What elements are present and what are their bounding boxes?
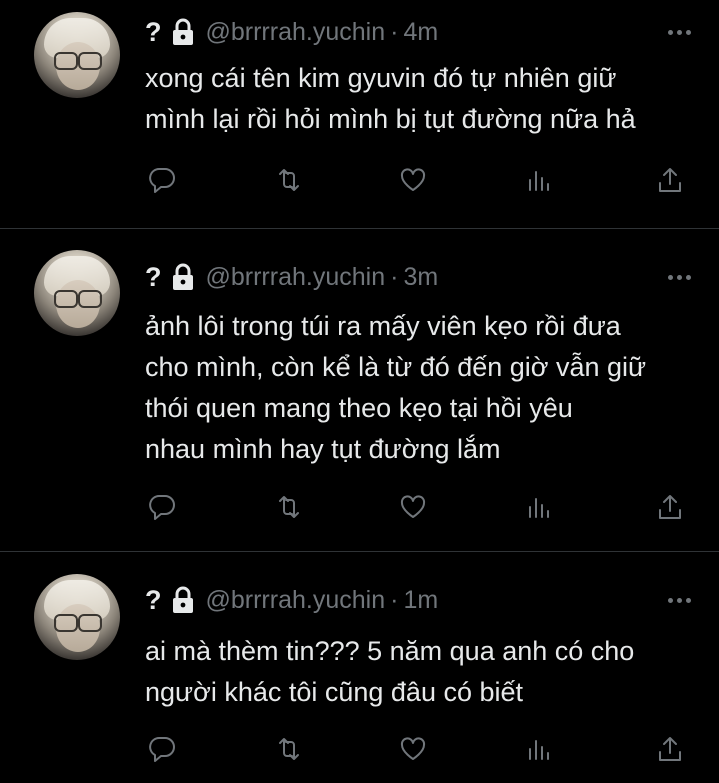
tweet-text: ảnh lôi trong túi ra mấy viên kẹo rồi đư… xyxy=(145,306,705,470)
avatar[interactable] xyxy=(34,12,120,98)
share-icon[interactable] xyxy=(653,163,687,197)
avatar[interactable] xyxy=(34,250,120,336)
separator: · xyxy=(390,585,399,614)
reply-icon[interactable] xyxy=(145,490,179,524)
tweet-text-line: người khác tôi cũng đâu có biết xyxy=(145,677,524,707)
share-icon[interactable] xyxy=(653,732,687,766)
share-icon[interactable] xyxy=(653,490,687,524)
tweet-text-line: thói quen mang theo kẹo tại hồi yêu xyxy=(145,393,573,423)
reply-icon[interactable] xyxy=(145,163,179,197)
retweet-icon[interactable] xyxy=(272,732,306,766)
like-icon[interactable] xyxy=(396,732,430,766)
more-dots-icon[interactable] xyxy=(668,275,691,280)
handle[interactable]: @brrrrah.yuchin xyxy=(206,263,386,292)
views-icon[interactable] xyxy=(522,732,556,766)
timestamp[interactable]: 4m xyxy=(403,18,438,47)
avatar[interactable] xyxy=(34,574,120,660)
lock-icon xyxy=(172,586,193,613)
like-icon[interactable] xyxy=(396,163,430,197)
timestamp[interactable]: 1m xyxy=(403,586,438,615)
tweet-text: xong cái tên kim gyuvin đó tự nhiên giữ … xyxy=(145,58,705,140)
tweet[interactable]: ? @brrrrah.yuchin · 3m ảnh lôi trong túi… xyxy=(0,229,719,551)
handle[interactable]: @brrrrah.yuchin xyxy=(206,18,386,47)
more-dots-icon[interactable] xyxy=(668,598,691,603)
views-icon[interactable] xyxy=(522,490,556,524)
like-icon[interactable] xyxy=(396,490,430,524)
more-dots-icon[interactable] xyxy=(668,30,691,35)
display-name[interactable]: ? xyxy=(145,262,162,293)
lock-icon xyxy=(172,18,193,45)
tweet-header: ? @brrrrah.yuchin · 4m xyxy=(145,15,438,49)
handle[interactable]: @brrrrah.yuchin xyxy=(206,586,386,615)
display-name[interactable]: ? xyxy=(145,585,162,616)
retweet-icon[interactable] xyxy=(272,163,306,197)
timestamp[interactable]: 3m xyxy=(403,263,438,292)
tweet-header: ? @brrrrah.yuchin · 3m xyxy=(145,260,438,294)
tweet-text-line: mình lại rồi hỏi mình bị tụt đường nữa h… xyxy=(145,104,636,134)
separator: · xyxy=(390,262,399,291)
action-bar xyxy=(0,490,719,524)
display-name[interactable]: ? xyxy=(145,17,162,48)
tweet[interactable]: ? @brrrrah.yuchin · 1m ai mà thèm tin???… xyxy=(0,552,719,783)
tweet[interactable]: ? @brrrrah.yuchin · 4m xong cái tên kim … xyxy=(0,0,719,228)
lock-icon xyxy=(172,263,193,290)
separator: · xyxy=(390,17,399,46)
tweet-text-line: nhau mình hay tụt đường lắm xyxy=(145,434,501,464)
retweet-icon[interactable] xyxy=(272,490,306,524)
tweet-header: ? @brrrrah.yuchin · 1m xyxy=(145,583,438,617)
action-bar xyxy=(0,163,719,197)
views-icon[interactable] xyxy=(522,163,556,197)
action-bar xyxy=(0,732,719,766)
tweet-text-line: cho mình, còn kể là từ đó đến giờ vẫn gi… xyxy=(145,352,647,382)
tweet-text: ai mà thèm tin??? 5 năm qua anh có cho n… xyxy=(145,631,705,713)
tweet-text-line: xong cái tên kim gyuvin đó tự nhiên giữ xyxy=(145,63,617,93)
tweet-text-line: ai mà thèm tin??? 5 năm qua anh có cho xyxy=(145,636,635,666)
tweet-text-line: ảnh lôi trong túi ra mấy viên kẹo rồi đư… xyxy=(145,311,621,341)
reply-icon[interactable] xyxy=(145,732,179,766)
